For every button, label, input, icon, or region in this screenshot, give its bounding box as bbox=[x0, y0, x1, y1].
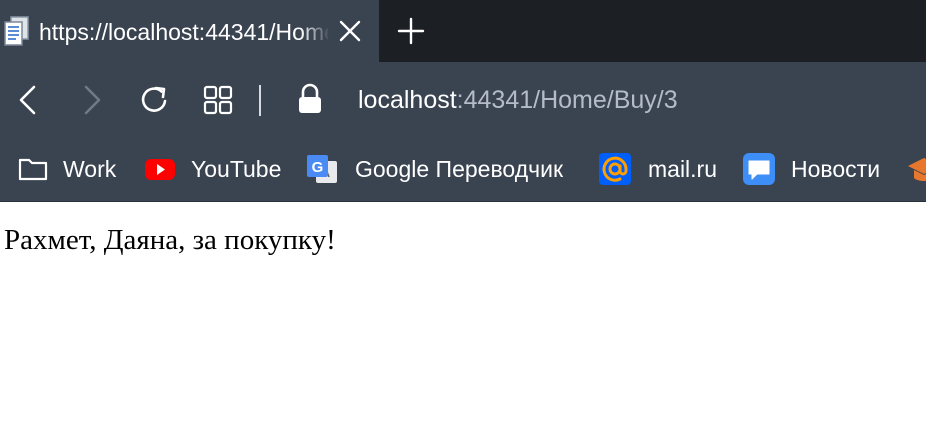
toolbar-divider bbox=[259, 85, 261, 116]
address-bar[interactable]: localhost:44341/Home/Buy/3 bbox=[358, 81, 678, 119]
tab-title-fade bbox=[300, 10, 330, 52]
lock-icon[interactable] bbox=[296, 82, 324, 116]
thank-you-message: Рахмет, Даяна, за покупку! bbox=[4, 224, 336, 256]
url-host: localhost bbox=[358, 86, 457, 114]
plus-icon[interactable] bbox=[396, 16, 426, 46]
bookmarks-bar: Work YouTube G Google Переводчик mail.ru bbox=[0, 138, 926, 202]
bookmark-label: Новости bbox=[791, 156, 881, 182]
bookmark-youtube[interactable]: YouTube bbox=[143, 138, 288, 201]
close-icon[interactable] bbox=[337, 18, 363, 44]
bookmark-work[interactable]: Work bbox=[14, 138, 124, 201]
chevron-left-icon[interactable] bbox=[14, 84, 42, 116]
bookmark-overflow[interactable] bbox=[906, 138, 926, 201]
tab-strip: https://localhost:44341/Home/Buy/3 bbox=[0, 0, 926, 62]
navigation-toolbar: localhost:44341/Home/Buy/3 bbox=[0, 62, 926, 138]
grid-icon[interactable] bbox=[203, 85, 233, 115]
tab-title: https://localhost:44341/Home/Buy/3 bbox=[39, 19, 328, 45]
folder-icon bbox=[18, 158, 48, 181]
bookmark-mailru[interactable]: mail.ru bbox=[598, 138, 723, 201]
mailru-at-icon bbox=[599, 153, 631, 185]
page-document-icon bbox=[4, 16, 29, 46]
bookmark-label: YouTube bbox=[191, 156, 282, 182]
chevron-right-icon[interactable] bbox=[78, 84, 106, 116]
bookmark-novosti[interactable]: Новости bbox=[742, 138, 892, 201]
youtube-icon bbox=[145, 159, 175, 180]
page-content: Рахмет, Даяна, за покупку! bbox=[0, 202, 926, 444]
chat-bubble-icon bbox=[743, 153, 775, 185]
bookmark-label: Work bbox=[63, 156, 117, 182]
url-path: :44341/Home/Buy/3 bbox=[456, 86, 678, 114]
bookmark-label: Google Переводчик bbox=[355, 156, 564, 182]
bookmark-label: mail.ru bbox=[648, 156, 718, 182]
svg-text:G: G bbox=[312, 159, 324, 176]
active-tab[interactable]: https://localhost:44341/Home/Buy/3 bbox=[0, 0, 379, 62]
graduation-cap-icon bbox=[908, 158, 926, 181]
bookmark-google-translate[interactable]: G Google Переводчик bbox=[305, 138, 580, 201]
reload-icon[interactable] bbox=[140, 84, 170, 116]
google-translate-icon: G bbox=[307, 155, 337, 183]
